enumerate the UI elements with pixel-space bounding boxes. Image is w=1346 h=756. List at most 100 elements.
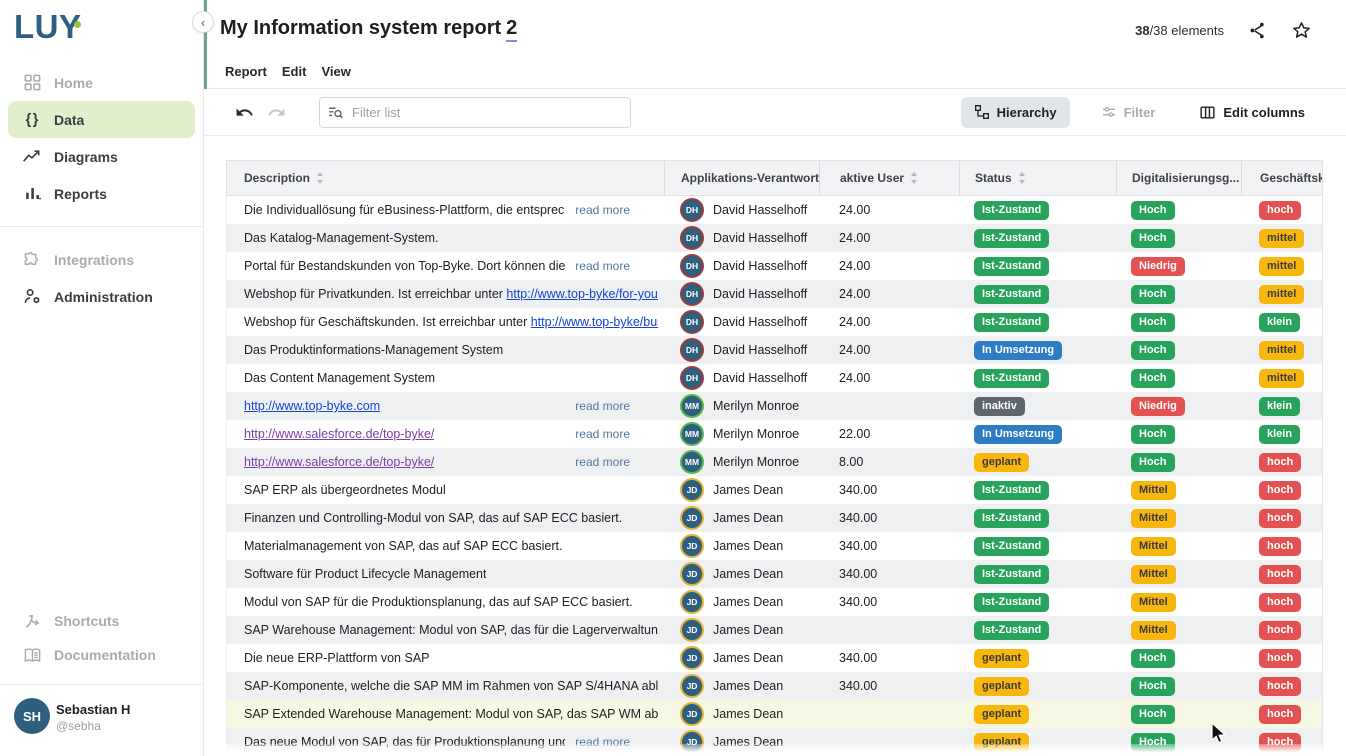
sidebar-item-data[interactable]: { } Data [8,101,195,138]
columns-icon [1199,104,1216,121]
table-row[interactable]: Webshop für Geschäftskunden. Ist erreich… [227,308,1322,336]
menu-view[interactable]: View [321,64,350,79]
owner-name: David Hasselhoff [713,343,807,357]
user-block[interactable]: SH Sebastian H @sebha [0,684,203,756]
table-row[interactable]: SAP Extended Warehouse Management: Modul… [227,700,1322,728]
description-fragment: Die neue ERP-Plattform von SAP [244,651,430,665]
read-more-link[interactable]: read more [565,399,658,413]
digitalization-badge-cell: Hoch [1116,224,1241,252]
column-header-digitalization[interactable]: Digitalisierungsg... [1116,161,1241,195]
active-user-cell: 24.00 [819,364,959,392]
digitalization-badge-cell: Hoch [1116,448,1241,476]
description-link[interactable]: http://www.salesforce.de/top-byke/ [244,427,434,441]
sidebar-item-integrations[interactable]: Integrations [0,241,203,278]
description-fragment: Das Content Management System [244,371,435,385]
digitalization-badge: Hoch [1131,705,1175,724]
avatar: MM [680,422,704,446]
active-user-cell: 340.00 [819,560,959,588]
edit-columns-button[interactable]: Edit columns [1186,97,1318,128]
owner-cell: DHDavid Hasselhoff [664,280,819,308]
hierarchy-button[interactable]: Hierarchy [961,97,1070,128]
table-row[interactable]: Modul von SAP für die Produktionsplanung… [227,588,1322,616]
share-icon[interactable] [1246,19,1268,41]
sidebar-item-home[interactable]: Home [0,64,203,101]
sidebar-item-label: Diagrams [54,149,118,165]
criticality-badge-cell: klein [1241,392,1322,420]
filter-sliders-icon [1101,104,1117,120]
luy-logo[interactable]: LUY [14,8,82,46]
read-more-link[interactable]: read more [565,203,658,217]
table-row[interactable]: http://www.salesforce.de/top-byke/read m… [227,448,1322,476]
digitalization-badge-cell: Mittel [1116,476,1241,504]
table-row[interactable]: Portal für Bestandskunden von Top-Byke. … [227,252,1322,280]
undo-icon[interactable] [235,103,254,122]
table-row[interactable]: Das Katalog-Management-System.DHDavid Ha… [227,224,1322,252]
description-cell: Das Katalog-Management-System. [227,224,664,252]
criticality-badge-cell: hoch [1241,700,1322,728]
column-label: Applikations-Verantwort... [681,171,819,185]
status-badge: In Umsetzung [974,425,1062,444]
filter-button[interactable]: Filter [1088,97,1169,128]
description-fragment: Die Individuallösung für eBusiness-Platt… [244,203,565,217]
status-badge-cell: In Umsetzung [959,336,1116,364]
active-user-cell: 340.00 [819,476,959,504]
sidebar-item-reports[interactable]: Reports [0,175,203,212]
table-row[interactable]: Finanzen und Controlling-Modul von SAP, … [227,504,1322,532]
sidebar-item-label: Administration [54,289,153,305]
digitalization-badge-cell: Hoch [1116,196,1241,224]
avatar: JD [680,478,704,502]
description-cell: Portal für Bestandskunden von Top-Byke. … [227,252,664,280]
table-row[interactable]: http://www.salesforce.de/top-byke/read m… [227,420,1322,448]
content: ‹ My Information system report2 38/38 el… [204,0,1346,756]
redo-icon[interactable] [267,103,286,122]
digitalization-badge: Hoch [1131,285,1175,304]
sidebar-item-documentation[interactable]: Documentation [0,638,203,672]
sidebar-item-diagrams[interactable]: Diagrams [0,138,203,175]
description-text: Die Individuallösung für eBusiness-Platt… [244,203,565,217]
table-row[interactable]: Die neue ERP-Plattform von SAPJDJames De… [227,644,1322,672]
page-title: My Information system report2 [220,17,517,40]
read-more-link[interactable]: read more [565,427,658,441]
table-row[interactable]: Die Individuallösung für eBusiness-Platt… [227,196,1322,224]
digitalization-badge-cell: Mittel [1116,616,1241,644]
column-header-description[interactable]: Description [227,161,664,195]
description-cell: Das Content Management System [227,364,664,392]
table-row[interactable]: Software für Product Lifecycle Managemen… [227,560,1322,588]
sidebar-item-administration[interactable]: Administration [0,278,203,315]
table-row[interactable]: http://www.top-byke.comread moreMMMerily… [227,392,1322,420]
menu-edit[interactable]: Edit [282,64,307,79]
description-link[interactable]: http://www.top-byke/business/ [531,315,658,329]
star-icon[interactable] [1290,19,1312,41]
status-badge-cell: Ist-Zustand [959,364,1116,392]
column-header-criticality[interactable]: Geschäftskritik... [1241,161,1322,195]
criticality-badge: mittel [1259,369,1304,388]
table-row[interactable]: SAP Warehouse Management: Modul von SAP,… [227,616,1322,644]
description-link[interactable]: http://www.top-byke.com [244,399,380,413]
table-row[interactable]: SAP-Komponente, welche die SAP MM im Rah… [227,672,1322,700]
table-row[interactable]: Materialmanagement von SAP, das auf SAP … [227,532,1322,560]
owner-cell: JDJames Dean [664,700,819,728]
sidebar-collapse-button[interactable]: ‹ [192,11,214,33]
read-more-link[interactable]: read more [565,259,658,273]
page-title-text: My Information system report [220,17,501,39]
filter-list-input[interactable] [319,97,631,128]
table-row[interactable]: Das Content Management SystemDHDavid Has… [227,364,1322,392]
owner-cell: DHDavid Hasselhoff [664,196,819,224]
table-row[interactable]: Webshop für Privatkunden. Ist erreichbar… [227,280,1322,308]
status-badge-cell: Ist-Zustand [959,504,1116,532]
description-link[interactable]: http://www.salesforce.de/top-byke/ [244,455,434,469]
digitalization-badge-cell: Mittel [1116,588,1241,616]
active-user-cell: 340.00 [819,644,959,672]
active-user-cell: 24.00 [819,308,959,336]
table-row[interactable]: Das Produktinformations-Management Syste… [227,336,1322,364]
sidebar-item-shortcuts[interactable]: Shortcuts [0,604,203,638]
column-header-active-user[interactable]: aktive User [819,161,959,195]
read-more-link[interactable]: read more [565,455,658,469]
column-header-owner[interactable]: Applikations-Verantwort... [664,161,819,195]
page-title-number: 2 [506,17,517,42]
menu-report[interactable]: Report [225,64,267,79]
owner-cell: MMMerilyn Monroe [664,420,819,448]
description-link[interactable]: http://www.top-byke/for-you/ [506,287,658,301]
table-row[interactable]: SAP ERP als übergeordnetes ModulJDJames … [227,476,1322,504]
column-header-status[interactable]: Status [959,161,1116,195]
